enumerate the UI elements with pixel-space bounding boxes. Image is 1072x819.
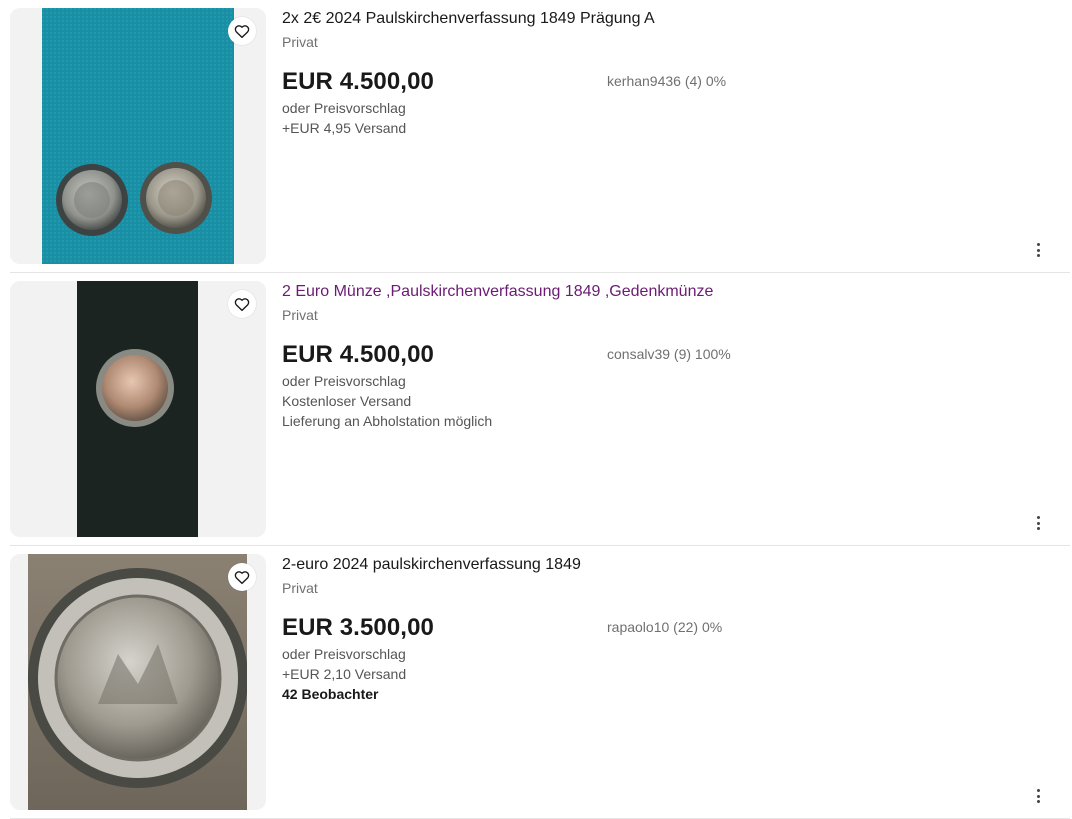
seller-info: rapaolo10 (22) 0%: [607, 619, 723, 635]
watch-button[interactable]: [228, 17, 256, 45]
heart-icon: [234, 25, 250, 39]
listing-title[interactable]: 2-euro 2024 paulskirchenverfassung 1849: [282, 555, 581, 575]
more-options-button[interactable]: [1032, 241, 1044, 259]
coin-photo: [28, 554, 247, 810]
listing-item[interactable]: 2-euro 2024 paulskirchenverfassung 1849 …: [0, 546, 1072, 819]
listing-image[interactable]: [10, 281, 266, 537]
more-vertical-icon: [1036, 243, 1040, 246]
watch-button[interactable]: [228, 290, 256, 318]
seller-info: consalv39 (9) 100%: [607, 346, 731, 362]
seller-info: kerhan9436 (4) 0%: [607, 73, 727, 89]
heart-icon: [234, 298, 250, 312]
more-options-button[interactable]: [1032, 787, 1044, 805]
listing-item[interactable]: 2 Euro Münze ,Paulskirchenverfassung 184…: [0, 273, 1072, 546]
more-vertical-icon: [1036, 789, 1040, 792]
listing-price: EUR 4.500,00: [282, 68, 434, 95]
shipping-cost: Kostenloser Versand: [282, 393, 412, 409]
listing-subtitle: Privat: [282, 307, 318, 323]
more-options-button[interactable]: [1032, 514, 1044, 532]
pickup-info: Lieferung an Abholstation möglich: [282, 413, 493, 429]
listing-price: EUR 3.500,00: [282, 614, 434, 641]
heart-icon: [234, 571, 250, 585]
watch-button[interactable]: [228, 563, 256, 591]
shipping-cost: +EUR 4,95 Versand: [282, 120, 407, 136]
listing-title[interactable]: 2 Euro Münze ,Paulskirchenverfassung 184…: [282, 282, 713, 302]
best-offer-label: oder Preisvorschlag: [282, 373, 406, 389]
best-offer-label: oder Preisvorschlag: [282, 100, 406, 116]
coin-photo: [42, 8, 234, 264]
listing-subtitle: Privat: [282, 580, 318, 596]
coin-photo: [77, 281, 198, 537]
more-vertical-icon: [1036, 516, 1040, 519]
best-offer-label: oder Preisvorschlag: [282, 646, 406, 662]
listing-title[interactable]: 2x 2€ 2024 Paulskirchenverfassung 1849 P…: [282, 9, 655, 29]
listing-item[interactable]: 2x 2€ 2024 Paulskirchenverfassung 1849 P…: [0, 0, 1072, 273]
listing-image[interactable]: [10, 554, 266, 810]
shipping-cost: +EUR 2,10 Versand: [282, 666, 407, 682]
listing-price: EUR 4.500,00: [282, 341, 434, 368]
listing-subtitle: Privat: [282, 34, 318, 50]
watchers-count: 42 Beobachter: [282, 686, 379, 702]
listing-image[interactable]: [10, 8, 266, 264]
